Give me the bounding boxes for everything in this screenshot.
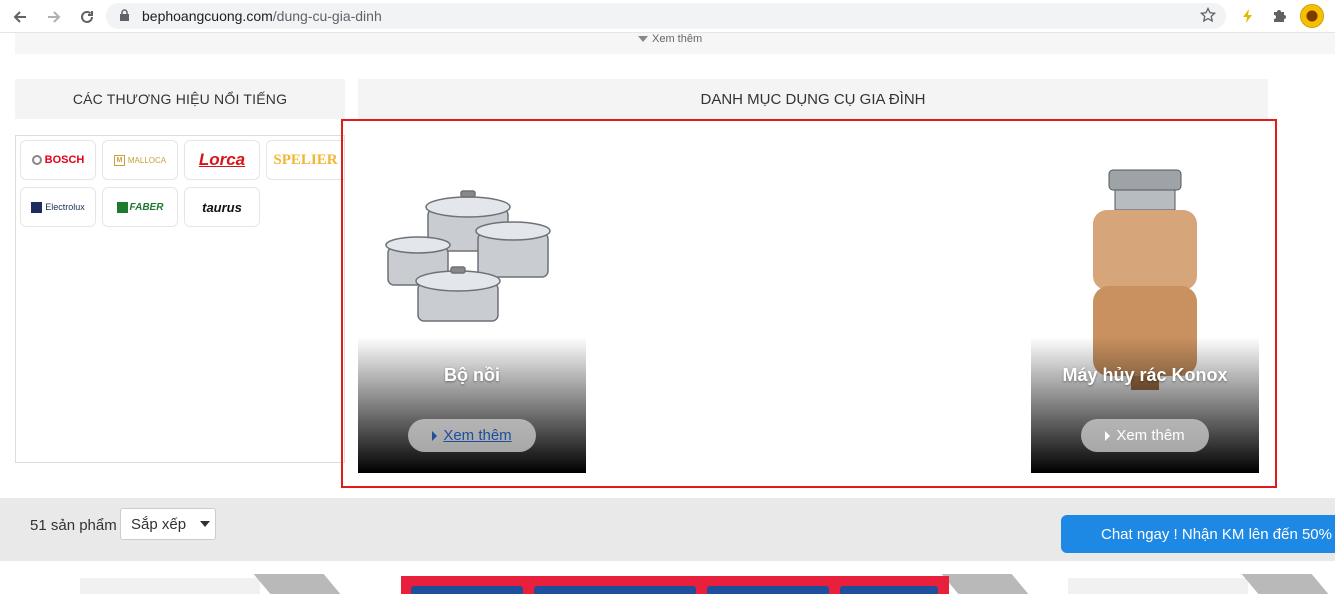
brands-heading: CÁC THƯƠNG HIỆU NỔI TIẾNG	[15, 79, 345, 119]
bosch-logo-icon	[31, 155, 42, 165]
top-collapse-strip: Xem thêm	[15, 33, 1335, 54]
product-ribbon	[941, 574, 1029, 594]
brand-label: taurus	[202, 199, 242, 215]
caret-right-icon	[432, 430, 438, 441]
brand-faber[interactable]: FABER	[102, 187, 178, 227]
bookmark-star-icon[interactable]	[1199, 6, 1217, 28]
brand-malloca[interactable]: M MALLOCA	[102, 140, 178, 180]
product-ribbon	[1241, 574, 1329, 594]
product-thumb[interactable]	[1068, 578, 1248, 594]
malloca-logo-icon: M	[113, 154, 125, 166]
top-more-label: Xem thêm	[652, 33, 703, 45]
social-button[interactable]	[411, 586, 523, 594]
sort-select[interactable]: Sắp xếp	[120, 508, 216, 540]
brand-label: BOSCH	[44, 154, 85, 166]
address-bar[interactable]: bephoangcuong.com/dung-cu-gia-dinh	[106, 3, 1226, 29]
sort-label: Sắp xếp	[131, 515, 187, 533]
social-button[interactable]	[840, 586, 938, 594]
browser-toolbar: bephoangcuong.com/dung-cu-gia-dinh	[0, 0, 1335, 33]
card-gradient	[358, 337, 586, 473]
top-more-link[interactable]: Xem thêm	[638, 33, 702, 45]
reload-icon[interactable]	[76, 6, 98, 28]
see-more-label: Xem thêm	[1116, 427, 1185, 444]
brand-label: MALLOCA	[127, 155, 167, 165]
brand-label: Electrolux	[45, 202, 85, 212]
category-card-disposer[interactable]: Máy hủy rác Konox Xem thêm	[1031, 137, 1259, 473]
product-ribbon	[253, 574, 341, 594]
brand-electrolux[interactable]: Electrolux	[20, 187, 96, 227]
chevron-down-icon	[200, 521, 211, 527]
brands-panel: BOSCH M MALLOCA Lorca SPELIER Electrolux…	[15, 135, 345, 463]
brand-lorca[interactable]: Lorca	[184, 140, 260, 180]
back-icon[interactable]	[9, 6, 31, 28]
product-thumb[interactable]	[80, 578, 260, 594]
social-contact-bar	[401, 576, 949, 594]
category-card-pots[interactable]: Bộ nồi Xem thêm	[358, 137, 586, 473]
profile-avatar[interactable]	[1300, 4, 1324, 28]
url-text: bephoangcuong.com/dung-cu-gia-dinh	[142, 8, 382, 24]
lock-icon	[119, 9, 130, 27]
category-title: Máy hủy rác Konox	[1062, 365, 1228, 385]
listing-toolbar: 51 sản phẩm Sắp xếp Chat ngay ! Nhận KM …	[0, 498, 1335, 561]
see-more-button[interactable]: Xem thêm	[1081, 419, 1209, 452]
brand-label: FABER	[129, 201, 164, 213]
card-gradient	[1031, 337, 1259, 473]
categories-heading: DANH MỤC DỤNG CỤ GIA ĐÌNH	[358, 79, 1268, 119]
category-title: Bộ nồi	[444, 365, 500, 385]
electrolux-logo-icon	[31, 201, 43, 213]
faber-logo-icon	[116, 201, 128, 213]
see-more-label: Xem thêm	[443, 427, 512, 444]
extension-bolt-icon[interactable]	[1237, 5, 1259, 27]
social-button[interactable]	[707, 586, 829, 594]
chat-now-button[interactable]: Chat ngay ! Nhận KM lên đến 50%	[1061, 515, 1335, 553]
brand-label: SPELIER	[273, 151, 338, 168]
see-more-button[interactable]: Xem thêm	[408, 419, 536, 452]
brand-label: Lorca	[198, 150, 246, 169]
brand-bosch[interactable]: BOSCH	[20, 140, 96, 180]
caret-down-icon	[638, 36, 648, 42]
social-button[interactable]	[534, 586, 696, 594]
brand-taurus[interactable]: taurus	[184, 187, 260, 227]
forward-icon[interactable]	[43, 6, 65, 28]
brand-spelier[interactable]: SPELIER	[266, 140, 344, 180]
caret-right-icon	[1105, 430, 1111, 441]
extensions-puzzle-icon[interactable]	[1268, 5, 1290, 27]
product-count: 51 sản phẩm	[30, 517, 117, 534]
